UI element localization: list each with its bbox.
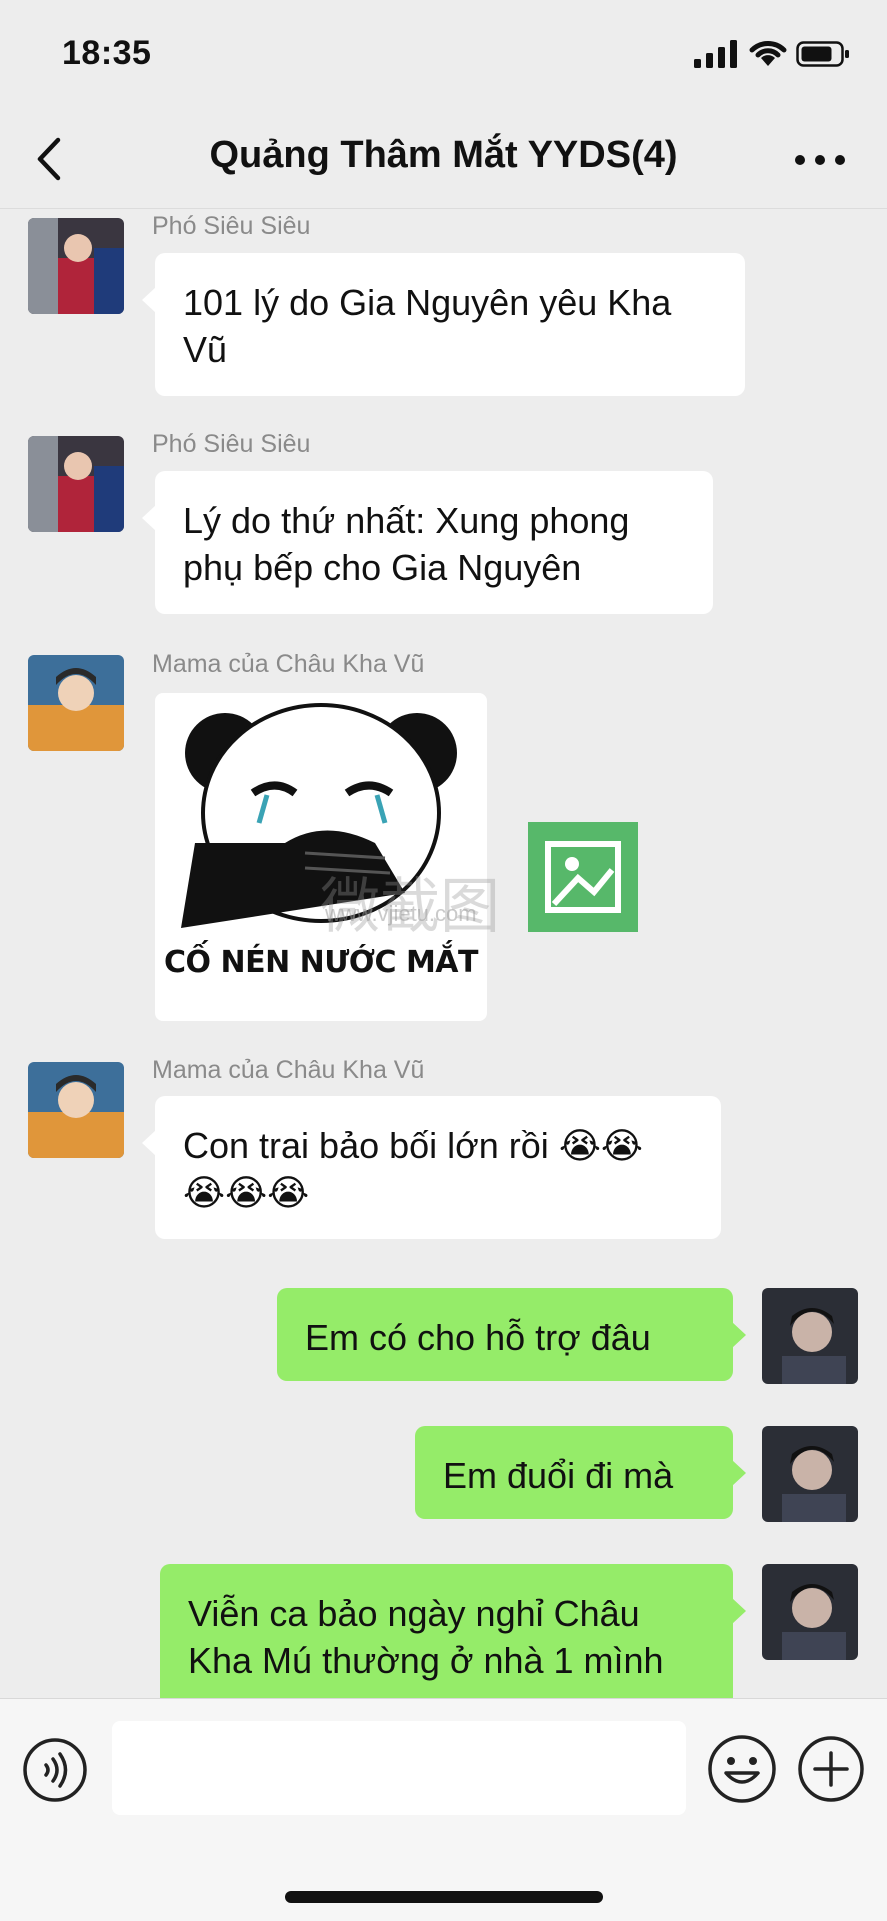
watermark-image-icon — [528, 822, 638, 932]
avatar[interactable] — [762, 1288, 858, 1384]
message-text: Em có cho hỗ trợ đâu — [305, 1317, 651, 1358]
message-bubble[interactable]: Con trai bảo bối lớn rồi 😭😭 😭😭😭 — [142, 1096, 721, 1239]
avatar[interactable] — [762, 1426, 858, 1522]
emoji-icon[interactable] — [706, 1733, 778, 1805]
sender-name: Mama của Châu Kha Vũ — [152, 650, 425, 678]
battery-icon — [796, 41, 849, 67]
message-text-line: Con trai bảo bối lớn rồi 😭😭 — [183, 1122, 693, 1169]
chat-title: Quảng Thâm Mắt YYDS(4) — [209, 134, 678, 176]
chat-header: Quảng Thâm Mắt YYDS(4) — [0, 110, 887, 209]
sender-name: Mama của Châu Kha Vũ — [152, 1056, 425, 1084]
message-text-line: Viễn ca bảo ngày nghỉ Châu — [188, 1593, 640, 1634]
crying-emoji-icon: 😭😭😭 — [183, 1172, 310, 1213]
avatar[interactable] — [28, 1062, 124, 1158]
message-outgoing: Em đuổi đi mà — [0, 1416, 887, 1526]
message-text-line: Kha Mú thường ở nhà 1 mình — [188, 1640, 664, 1681]
message-bubble[interactable]: Em có cho hỗ trợ đâu — [277, 1288, 746, 1381]
message-text: Em đuổi đi mà — [443, 1455, 674, 1496]
message-text: Con trai bảo bối lớn rồi — [183, 1125, 549, 1166]
sticker-image[interactable]: CỐ NÉN NƯỚC MẮT — [155, 693, 487, 1021]
message-text-line: 😭😭😭 — [183, 1169, 693, 1216]
message-bubble[interactable]: Em đuổi đi mà — [415, 1426, 746, 1519]
message-input[interactable] — [112, 1721, 686, 1815]
status-bar: 18:35 — [0, 0, 887, 110]
signal-icon — [694, 40, 737, 68]
avatar[interactable] — [762, 1564, 858, 1660]
crying-emoji-icon: 😭😭 — [558, 1125, 643, 1166]
avatar[interactable] — [28, 655, 124, 751]
plus-icon[interactable] — [797, 1735, 865, 1803]
input-bar — [0, 1698, 887, 1921]
message-outgoing: Em có cho hỗ trợ đâu — [0, 1278, 887, 1388]
message-incoming: Mama của Châu Kha Vũ Con trai bảo bối lớ… — [0, 1054, 887, 1254]
wifi-icon — [749, 41, 787, 66]
watermark-url: www.vjietu.com — [325, 901, 477, 926]
status-time: 18:35 — [62, 34, 152, 72]
sticker-caption: CỐ NÉN NƯỚC MẮT — [164, 945, 479, 980]
more-dots-icon[interactable] — [790, 140, 850, 180]
message-incoming: Mama của Châu Kha Vũ CỐ NÉN NƯỚC MẮT 微截图… — [0, 208, 887, 1038]
message-bubble[interactable]: Viễn ca bảo ngày nghỉ Châu Kha Mú thường… — [160, 1564, 746, 1698]
home-indicator — [285, 1891, 603, 1903]
voice-icon[interactable] — [22, 1737, 88, 1803]
message-outgoing: Viễn ca bảo ngày nghỉ Châu Kha Mú thường… — [0, 1554, 887, 1698]
message-list[interactable]: Phó Siêu Siêu 101 lý do Gia Nguyên yêu K… — [0, 208, 887, 1698]
chevron-left-icon[interactable] — [30, 134, 70, 184]
